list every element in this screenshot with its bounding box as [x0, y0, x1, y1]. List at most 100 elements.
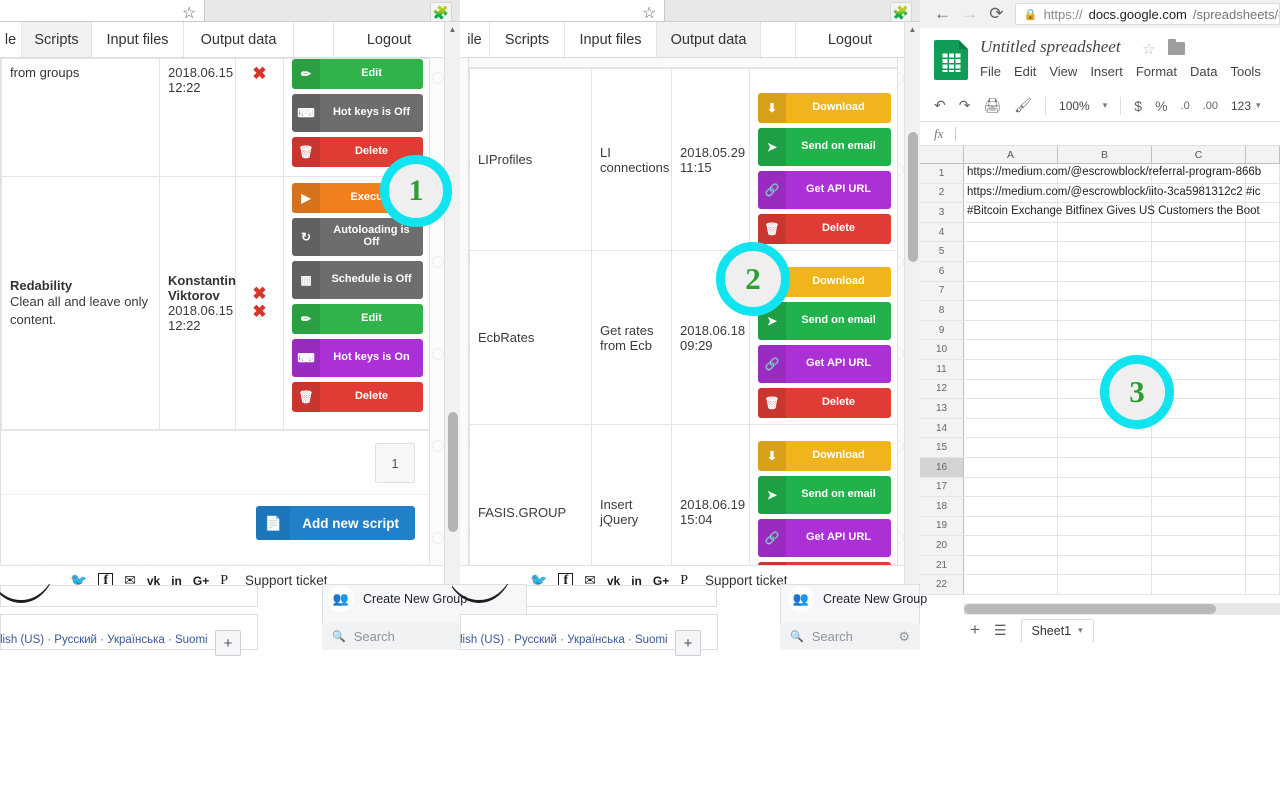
cell-a4[interactable]	[964, 222, 1058, 242]
cell-a5[interactable]	[964, 242, 1058, 261]
all-sheets-icon[interactable]: ☰	[994, 622, 1007, 639]
forward-icon[interactable]: →	[961, 4, 978, 24]
row-header[interactable]: 9	[920, 320, 964, 340]
cell-c17[interactable]	[1152, 477, 1246, 497]
decrease-decimal-icon[interactable]: .0	[1181, 100, 1190, 112]
cell-c22[interactable]	[1152, 575, 1246, 595]
cell-c21[interactable]	[1152, 555, 1246, 575]
cell-c5[interactable]	[1152, 242, 1246, 261]
cell-c20[interactable]	[1152, 536, 1246, 555]
cell-b6[interactable]	[1058, 261, 1152, 281]
sheet-tab-sheet1[interactable]: Sheet1 ▾	[1020, 618, 1094, 642]
cell-c14[interactable]	[1152, 418, 1246, 438]
fb-language-links-b[interactable]: lish (US) · Русский · Українська · Suomi	[460, 634, 668, 646]
add-new-script-button[interactable]: 📄 Add new script	[256, 506, 415, 540]
fb-add-button-b[interactable]: +	[675, 630, 701, 656]
cell-c16[interactable]	[1152, 457, 1246, 477]
address-bar-1[interactable]: ☆	[0, 0, 205, 22]
row-header[interactable]: 19	[920, 516, 964, 536]
send-email-button[interactable]: ➤ Send on email	[758, 128, 891, 166]
cell-a9[interactable]	[964, 320, 1058, 340]
window-scrollbar-1[interactable]: ▲ ▼	[444, 22, 460, 595]
row-header[interactable]: 3	[920, 203, 964, 222]
cell-d18[interactable]	[1246, 497, 1280, 516]
row-header[interactable]: 5	[920, 242, 964, 261]
row-header[interactable]: 20	[920, 536, 964, 555]
hotkeys-toggle-button[interactable]: ⌨ Hot keys is On	[292, 339, 423, 377]
row-header[interactable]: 10	[920, 340, 964, 359]
cell-a18[interactable]	[964, 497, 1058, 516]
increase-decimal-icon[interactable]: .00	[1203, 100, 1218, 112]
cell-a19[interactable]	[964, 516, 1058, 536]
fb-create-group-row-b[interactable]: 👥 Create New Group	[328, 586, 467, 612]
menu-file[interactable]: File	[980, 64, 1001, 79]
gear-icon[interactable]: ⚙	[898, 629, 910, 645]
cell-d20[interactable]	[1246, 536, 1280, 555]
undo-icon[interactable]: ↶	[934, 97, 946, 114]
row-header[interactable]: 15	[920, 438, 964, 457]
cell-b22[interactable]	[1058, 575, 1152, 595]
column-header-c[interactable]: C	[1152, 146, 1246, 163]
cell-a22[interactable]	[964, 575, 1058, 595]
nav-tab-file-2[interactable]: ile	[460, 22, 490, 57]
hscroll-thumb[interactable]	[964, 604, 1216, 614]
cell-b19[interactable]	[1058, 516, 1152, 536]
cell-b4[interactable]	[1058, 222, 1152, 242]
column-header-d[interactable]	[1246, 146, 1280, 163]
cell-d15[interactable]	[1246, 438, 1280, 457]
cell-a17[interactable]	[964, 477, 1058, 497]
folder-icon[interactable]	[1168, 39, 1185, 55]
fb-add-button-a[interactable]: +	[215, 630, 241, 656]
delete-button[interactable]: 🗑 Delete	[758, 214, 891, 244]
percent-format-icon[interactable]: %	[1155, 98, 1167, 114]
nav-tab-output-data-2[interactable]: Output data	[657, 22, 761, 57]
horizontal-scrollbar[interactable]	[964, 603, 1280, 615]
menu-data[interactable]: Data	[1190, 64, 1217, 79]
cell-b9[interactable]	[1058, 320, 1152, 340]
cell-c8[interactable]	[1152, 301, 1246, 320]
cell-a3[interactable]: #Bitcoin Exchange Bitfinex Gives US Cust…	[964, 203, 1260, 222]
get-api-url-button[interactable]: 🔗 Get API URL	[758, 345, 891, 383]
row-header[interactable]: 21	[920, 555, 964, 575]
menu-edit[interactable]: Edit	[1014, 64, 1036, 79]
print-icon[interactable]: 🖨	[983, 97, 1001, 114]
cell-d12[interactable]	[1246, 379, 1280, 399]
cell-c18[interactable]	[1152, 497, 1246, 516]
window-scrollbar-2[interactable]: ▲ ▼	[904, 22, 920, 595]
nav-tab-logout-2[interactable]: Logout	[796, 22, 904, 57]
redo-icon[interactable]: ↷	[959, 97, 971, 114]
bookmark-star-icon[interactable]: ☆	[642, 3, 658, 22]
fb-language-links-a[interactable]: lish (US) · Русский · Українська · Suomi	[0, 634, 208, 646]
bookmark-star-icon[interactable]: ☆	[182, 3, 198, 22]
cell-c19[interactable]	[1152, 516, 1246, 536]
cell-d8[interactable]	[1246, 301, 1280, 320]
cell-a16[interactable]	[964, 457, 1058, 477]
send-email-button[interactable]: ➤ Send on email	[758, 476, 891, 514]
cell-a14[interactable]	[964, 418, 1058, 438]
chevron-down-icon[interactable]: ▾	[1103, 100, 1108, 111]
get-api-url-button[interactable]: 🔗 Get API URL	[758, 519, 891, 557]
cell-c7[interactable]	[1152, 281, 1246, 301]
cell-b20[interactable]	[1058, 536, 1152, 555]
menu-tools[interactable]: Tools	[1230, 64, 1260, 79]
paint-format-icon[interactable]: 🖌	[1014, 97, 1032, 114]
row-header[interactable]: 8	[920, 301, 964, 320]
extension-icon-2[interactable]: 🧩	[890, 2, 912, 22]
cell-d4[interactable]	[1246, 222, 1280, 242]
cell-a6[interactable]	[964, 261, 1058, 281]
cell-c15[interactable]	[1152, 438, 1246, 457]
row-header[interactable]: 16	[920, 457, 964, 477]
cell-d17[interactable]	[1246, 477, 1280, 497]
cell-a21[interactable]	[964, 555, 1058, 575]
edit-button[interactable]: ✏ Edit	[292, 304, 423, 334]
scroll-thumb-1[interactable]	[448, 412, 458, 532]
nav-tab-scripts-1[interactable]: Scripts	[22, 22, 92, 57]
back-icon[interactable]: ←	[934, 4, 951, 24]
row-header[interactable]: 2	[920, 183, 964, 203]
cell-b8[interactable]	[1058, 301, 1152, 320]
edit-button[interactable]: ✏ Edit	[292, 59, 423, 89]
cell-a20[interactable]	[964, 536, 1058, 555]
nav-tab-file-1[interactable]: le	[0, 22, 22, 57]
cell-a13[interactable]	[964, 399, 1058, 418]
cell-b21[interactable]	[1058, 555, 1152, 575]
